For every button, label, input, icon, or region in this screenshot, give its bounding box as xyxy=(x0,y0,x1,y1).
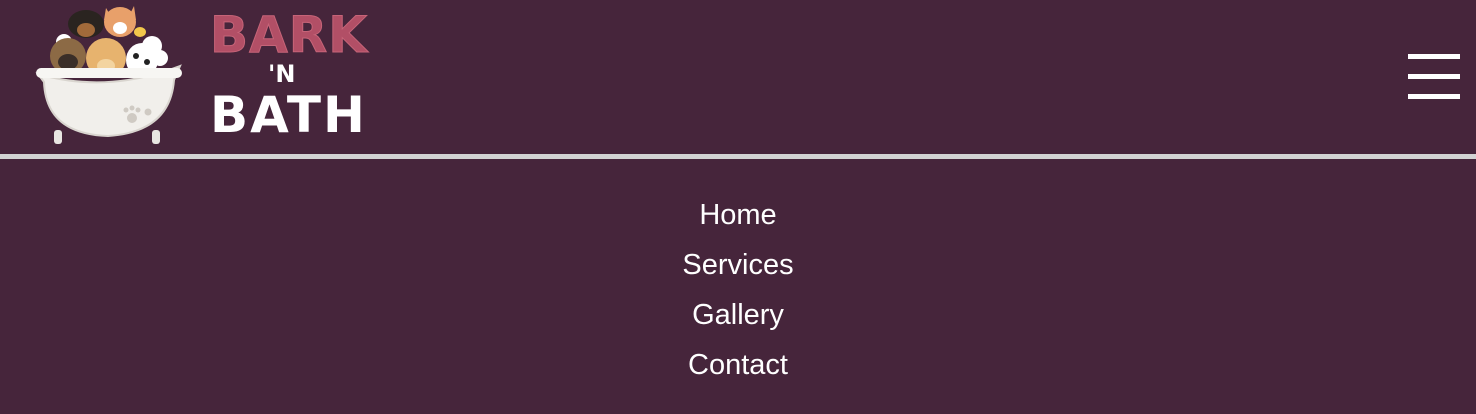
logo-wordmark: BARK 'N BATH xyxy=(209,2,367,148)
hamburger-bar-middle xyxy=(1408,74,1460,79)
nav-item-home[interactable]: Home xyxy=(0,190,1476,240)
nav-item-gallery[interactable]: Gallery xyxy=(0,290,1476,340)
main-nav: Home Services Gallery Contact xyxy=(0,190,1476,390)
logo-word-bark: BARK xyxy=(209,6,369,65)
site-header: BARK 'N BATH xyxy=(0,0,1476,154)
header-divider xyxy=(0,154,1476,159)
logo[interactable]: BARK 'N BATH xyxy=(34,2,368,148)
hamburger-bar-top xyxy=(1408,54,1460,59)
nav-item-services[interactable]: Services xyxy=(0,240,1476,290)
hamburger-menu-icon[interactable] xyxy=(1408,54,1460,100)
logo-word-bath: BATH xyxy=(210,86,367,144)
dogs-in-bathtub-logo-image xyxy=(35,6,182,144)
hamburger-bar-bottom xyxy=(1408,94,1460,99)
nav-item-contact[interactable]: Contact xyxy=(0,340,1476,390)
logo-word-n: 'N xyxy=(268,60,296,88)
